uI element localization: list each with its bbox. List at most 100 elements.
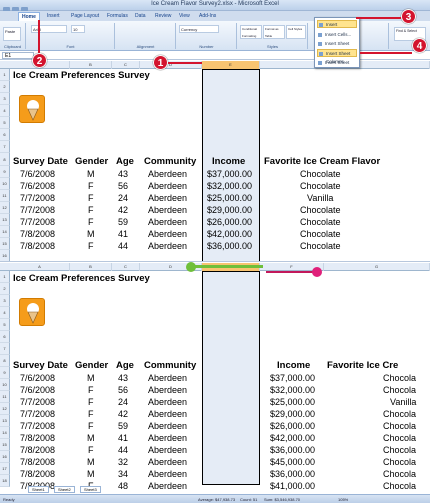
- cell-flavor[interactable]: Chocola: [383, 433, 416, 443]
- row-header[interactable]: 18: [0, 475, 10, 487]
- row-header[interactable]: 3: [0, 295, 10, 307]
- cell-community[interactable]: Aberdeen: [148, 397, 187, 407]
- cell-gender[interactable]: F: [88, 421, 94, 431]
- row-header[interactable]: 16: [0, 451, 10, 463]
- cell-date[interactable]: 7/8/2008: [20, 433, 55, 443]
- cell-age[interactable]: 24: [118, 397, 128, 407]
- cell-age[interactable]: 56: [118, 181, 128, 191]
- font-name-select[interactable]: Arial: [31, 25, 67, 33]
- cell-date[interactable]: 7/7/2008: [20, 421, 55, 431]
- cell-styles-button[interactable]: Cell Styles: [286, 25, 306, 39]
- tab-page-layout[interactable]: Page Layout: [68, 12, 102, 21]
- cell-flavor[interactable]: Chocolate: [300, 181, 341, 191]
- cell-community[interactable]: Aberdeen: [148, 469, 187, 479]
- cell-gender[interactable]: F: [88, 385, 94, 395]
- cell-gender[interactable]: F: [88, 409, 94, 419]
- cell-income[interactable]: $29,000.00: [207, 205, 252, 215]
- cell-income[interactable]: $36,000.00: [207, 241, 252, 251]
- cell-income[interactable]: $32,000.00: [207, 181, 252, 191]
- cell-flavor[interactable]: Chocola: [383, 421, 416, 431]
- row-header[interactable]: 7: [0, 141, 10, 153]
- cell-community[interactable]: Aberdeen: [148, 445, 187, 455]
- cell-date[interactable]: 7/8/2008: [20, 469, 55, 479]
- cell-age[interactable]: 48: [118, 481, 128, 491]
- cell-income[interactable]: $36,000.00: [270, 445, 315, 455]
- cell-gender[interactable]: F: [88, 445, 94, 455]
- cell-flavor[interactable]: Chocolate: [300, 241, 341, 251]
- row-header[interactable]: 8: [0, 355, 10, 367]
- cell-date[interactable]: 7/7/2008: [20, 397, 55, 407]
- cell-flavor[interactable]: Chocola: [383, 457, 416, 467]
- cell-community[interactable]: Aberdeen: [148, 181, 187, 191]
- column-header-c[interactable]: C: [112, 263, 140, 271]
- cell-income[interactable]: $36,000.00: [270, 469, 315, 479]
- cell-gender[interactable]: F: [88, 241, 94, 251]
- cell-age[interactable]: 44: [118, 241, 128, 251]
- cell-age[interactable]: 34: [118, 469, 128, 479]
- cell-date[interactable]: 7/8/2008: [20, 241, 55, 251]
- menu-insert-cells[interactable]: Insert Cells...: [317, 31, 357, 39]
- zoom-level[interactable]: 105%: [338, 497, 348, 502]
- cell-gender[interactable]: M: [87, 373, 95, 383]
- cell-income[interactable]: $29,000.00: [270, 409, 315, 419]
- row-header[interactable]: 1: [0, 271, 10, 283]
- cell-community[interactable]: Aberdeen: [148, 433, 187, 443]
- row-header[interactable]: 5: [0, 117, 10, 129]
- cell-age[interactable]: 41: [118, 433, 128, 443]
- row-header[interactable]: 7: [0, 343, 10, 355]
- cell-date[interactable]: 7/6/2008: [20, 181, 55, 191]
- cell-age[interactable]: 56: [118, 385, 128, 395]
- name-box[interactable]: E1: [2, 52, 34, 59]
- row-header[interactable]: 6: [0, 331, 10, 343]
- cell-date[interactable]: 7/6/2008: [20, 169, 55, 179]
- column-header-b[interactable]: B: [70, 263, 112, 271]
- row-header[interactable]: 1: [0, 69, 10, 81]
- menu-insert[interactable]: Insert: [317, 20, 357, 28]
- cell-flavor[interactable]: Chocolate: [300, 205, 341, 215]
- cell-age[interactable]: 59: [118, 217, 128, 227]
- cell-date[interactable]: 7/8/2008: [20, 457, 55, 467]
- sheet-tab-2[interactable]: Sheet2: [54, 486, 75, 493]
- column-header-a[interactable]: A: [10, 263, 70, 271]
- cell-gender[interactable]: M: [87, 433, 95, 443]
- tab-add-ins[interactable]: Add-Ins: [196, 12, 219, 21]
- cell-community[interactable]: Aberdeen: [148, 241, 187, 251]
- row-header[interactable]: 13: [0, 214, 10, 226]
- cell-flavor[interactable]: Chocola: [383, 373, 416, 383]
- cell-flavor[interactable]: Chocolate: [300, 229, 341, 239]
- row-header[interactable]: 16: [0, 250, 10, 261]
- cell-community[interactable]: Aberdeen: [148, 217, 187, 227]
- cell-age[interactable]: 44: [118, 445, 128, 455]
- cell-gender[interactable]: F: [88, 181, 94, 191]
- cell-gender[interactable]: M: [87, 469, 95, 479]
- cell-age[interactable]: 43: [118, 169, 128, 179]
- cell-community[interactable]: Aberdeen: [148, 373, 187, 383]
- row-header[interactable]: 8: [0, 153, 10, 166]
- cell-date[interactable]: 7/7/2008: [20, 217, 55, 227]
- cell-community[interactable]: Aberdeen: [148, 457, 187, 467]
- cell-community[interactable]: Aberdeen: [148, 481, 187, 491]
- inserted-empty-column[interactable]: [202, 271, 260, 485]
- conditional-formatting-button[interactable]: Conditional Formatting: [240, 25, 262, 39]
- row-header[interactable]: 10: [0, 379, 10, 391]
- cell-community[interactable]: Aberdeen: [148, 169, 187, 179]
- cell-age[interactable]: 42: [118, 205, 128, 215]
- cell-income[interactable]: $32,000.00: [270, 385, 315, 395]
- cell-community[interactable]: Aberdeen: [148, 205, 187, 215]
- cell-date[interactable]: 7/7/2008: [20, 205, 55, 215]
- cell-gender[interactable]: F: [88, 193, 94, 203]
- column-header-b[interactable]: B: [70, 61, 112, 69]
- row-header[interactable]: 14: [0, 226, 10, 238]
- font-size-select[interactable]: 10: [71, 25, 85, 33]
- cell-income[interactable]: $42,000.00: [270, 433, 315, 443]
- row-header[interactable]: 11: [0, 190, 10, 202]
- row-header[interactable]: 15: [0, 238, 10, 250]
- cell-age[interactable]: 41: [118, 229, 128, 239]
- column-header-c[interactable]: C: [112, 61, 140, 69]
- row-header[interactable]: 9: [0, 367, 10, 379]
- row-header[interactable]: 2: [0, 283, 10, 295]
- cell-age[interactable]: 24: [118, 193, 128, 203]
- cell-flavor[interactable]: Chocola: [383, 481, 416, 491]
- cell-date[interactable]: 7/8/2008: [20, 445, 55, 455]
- cell-date[interactable]: 7/6/2008: [20, 385, 55, 395]
